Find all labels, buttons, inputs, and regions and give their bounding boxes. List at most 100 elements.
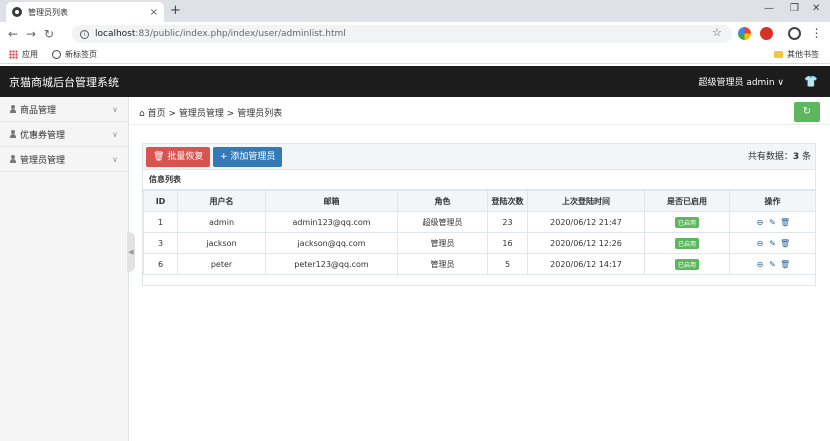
edit-icon[interactable]: ✎ xyxy=(768,218,778,227)
table-row: 1 admin admin123@qq.com 超级管理员 23 2020/06… xyxy=(143,211,816,233)
chevron-down-icon: ∨ xyxy=(112,129,118,139)
disable-icon[interactable]: ⊖ xyxy=(755,239,765,248)
column-header[interactable]: 上次登陆时间 xyxy=(527,190,645,212)
user-menu[interactable]: 超级管理员 admin ∨ xyxy=(698,75,784,88)
cell-username: jackson xyxy=(177,232,266,254)
user-label: 超级管理员 admin xyxy=(698,78,775,88)
window-close-icon[interactable]: ✕ xyxy=(812,3,820,14)
folder-icon xyxy=(774,51,783,58)
add-admin-label: 添加管理员 xyxy=(230,152,276,162)
sidebar-item-label: 管理员管理 xyxy=(20,155,66,166)
cell-role: 管理员 xyxy=(397,232,488,254)
star-icon[interactable]: ☆ xyxy=(712,26,725,39)
chevron-down-icon: ∨ xyxy=(112,104,118,114)
column-header[interactable]: 登陆次数 xyxy=(487,190,528,212)
refresh-button[interactable]: ↻ xyxy=(794,102,820,122)
add-admin-button[interactable]: + 添加管理员 xyxy=(213,147,283,167)
cell-username: peter xyxy=(177,253,266,275)
trash-icon: 🗑 xyxy=(153,152,165,162)
menu-icon[interactable]: ⋮ xyxy=(810,27,823,40)
disable-icon[interactable]: ⊖ xyxy=(755,218,765,227)
sidebar-item-coupons[interactable]: 优惠券管理 ∨ xyxy=(0,122,128,147)
other-bookmarks[interactable]: 其他书签 xyxy=(774,49,819,60)
user-icon xyxy=(9,130,17,138)
close-icon[interactable]: × xyxy=(150,7,158,18)
cell-logins: 23 xyxy=(487,211,528,233)
cell-email: admin123@qq.com xyxy=(265,211,398,233)
chevron-down-icon: ∨ xyxy=(112,154,118,164)
admin-table: ID 用户名 邮箱 角色 登陆次数 上次登陆时间 是否已启用 操作 1 admi… xyxy=(143,190,816,275)
status-badge[interactable]: 已启用 xyxy=(674,216,699,228)
restore-icon[interactable]: ❐ xyxy=(790,3,799,14)
total-count: 共有数据：3 条 xyxy=(748,149,811,162)
total-number: 3 xyxy=(792,152,800,162)
cell-id: 1 xyxy=(143,211,178,233)
new-tab-button[interactable]: + xyxy=(170,3,181,18)
sidebar-item-products[interactable]: 商品管理 ∨ xyxy=(0,97,128,122)
total-label: 共有数据： xyxy=(747,152,793,162)
info-icon[interactable]: i xyxy=(80,29,89,39)
address-bar[interactable]: i localhost:83/public/index.php/index/us… xyxy=(72,25,732,43)
cell-username: admin xyxy=(177,211,266,233)
column-header: 操作 xyxy=(729,190,816,212)
adblock-icon[interactable] xyxy=(760,27,773,40)
bookmark-apps[interactable]: 应用 xyxy=(9,49,38,60)
column-header[interactable]: 角色 xyxy=(397,190,488,212)
user-icon xyxy=(9,155,17,163)
bookmarks-bar: 应用 新标签页 其他书签 xyxy=(0,46,830,64)
edit-icon[interactable]: ✎ xyxy=(768,239,778,248)
shirt-icon[interactable]: 👕 xyxy=(804,75,818,88)
cell-logins: 5 xyxy=(487,253,528,275)
cell-last-login: 2020/06/12 14:17 xyxy=(527,253,645,275)
status-badge[interactable]: 已启用 xyxy=(674,237,699,249)
cell-actions: ⊖ ✎ 🗑 xyxy=(729,211,816,233)
forward-icon[interactable]: → xyxy=(22,27,40,41)
cell-id: 6 xyxy=(143,253,178,275)
bookmark-label: 其他书签 xyxy=(787,50,819,59)
profile-icon[interactable] xyxy=(788,27,801,40)
cell-role: 超级管理员 xyxy=(397,211,488,233)
cell-status: 已启用 xyxy=(644,253,730,275)
cell-status: 已启用 xyxy=(644,232,730,254)
table-row: 6 peter peter123@qq.com 管理员 5 2020/06/12… xyxy=(143,253,816,275)
sidebar-item-label: 优惠券管理 xyxy=(20,130,66,141)
cell-last-login: 2020/06/12 12:26 xyxy=(527,232,645,254)
cell-logins: 16 xyxy=(487,232,528,254)
globe-icon xyxy=(52,50,61,59)
app-header: 京猫商城后台管理系统 超级管理员 admin ∨ 👕 xyxy=(0,66,830,97)
trash-icon[interactable]: 🗑 xyxy=(780,260,790,269)
breadcrumb-home[interactable]: 首页 xyxy=(148,109,166,119)
disable-icon[interactable]: ⊖ xyxy=(755,260,765,269)
extension-icon[interactable] xyxy=(738,27,751,40)
globe-icon xyxy=(12,7,22,17)
batch-restore-label: 批量恢复 xyxy=(167,152,204,162)
sidebar-item-admins[interactable]: 管理员管理 ∨ xyxy=(0,147,128,172)
cell-last-login: 2020/06/12 21:47 xyxy=(527,211,645,233)
trash-icon[interactable]: 🗑 xyxy=(780,239,790,248)
bookmark-newtab[interactable]: 新标签页 xyxy=(52,49,97,60)
browser-tabbar: 管理员列表 × + — ❐ ✕ xyxy=(0,0,830,22)
apps-icon xyxy=(9,50,18,59)
back-icon[interactable]: ← xyxy=(4,27,22,41)
brand-title: 京猫商城后台管理系统 xyxy=(9,76,119,89)
column-header[interactable]: 用户名 xyxy=(177,190,266,212)
column-header[interactable]: 是否已启用 xyxy=(644,190,730,212)
edit-icon[interactable]: ✎ xyxy=(768,260,778,269)
breadcrumb-level1[interactable]: 管理员管理 xyxy=(179,109,224,119)
panel-title: 信息列表 xyxy=(143,170,815,190)
column-header[interactable]: 邮箱 xyxy=(265,190,398,212)
sidebar-item-label: 商品管理 xyxy=(20,105,57,116)
admin-list-panel: 🗑 批量恢复 + 添加管理员 共有数据：3 条 信息列表 ID 用户名 邮箱 角… xyxy=(142,143,816,286)
minimize-icon[interactable]: — xyxy=(764,3,774,14)
trash-icon[interactable]: 🗑 xyxy=(780,218,790,227)
sidebar-collapse-handle[interactable]: ◀ xyxy=(127,232,135,272)
batch-restore-button[interactable]: 🗑 批量恢复 xyxy=(146,147,211,167)
breadcrumb-level2: 管理员列表 xyxy=(237,109,283,119)
cell-actions: ⊖ ✎ 🗑 xyxy=(729,232,816,254)
status-badge[interactable]: 已启用 xyxy=(674,258,699,270)
column-header[interactable]: ID xyxy=(143,190,178,212)
total-unit: 条 xyxy=(801,152,811,162)
cell-role: 管理员 xyxy=(397,253,488,275)
reload-icon[interactable]: ↻ xyxy=(40,27,58,41)
browser-tab[interactable]: 管理员列表 × xyxy=(6,2,164,22)
